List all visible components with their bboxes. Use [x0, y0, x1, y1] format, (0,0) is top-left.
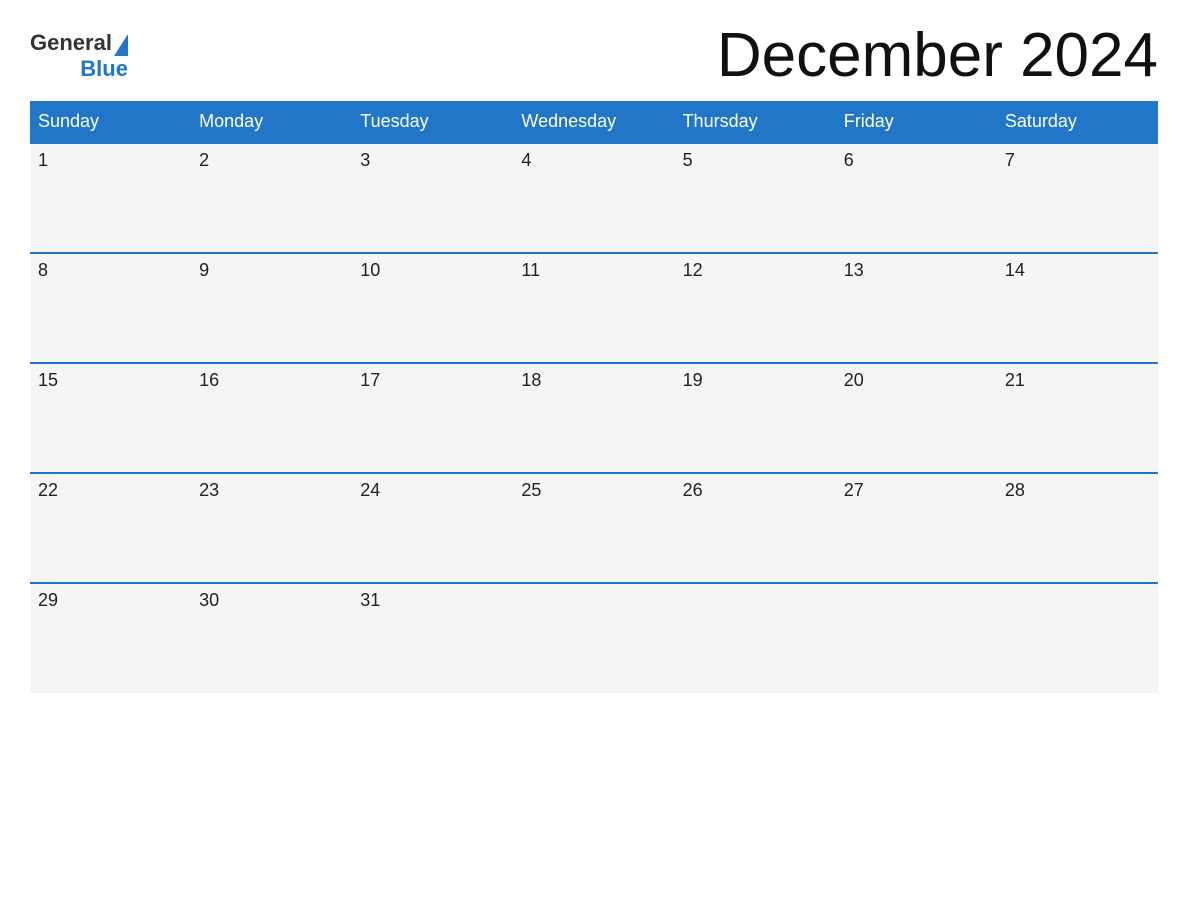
calendar-cell: 4 [513, 143, 674, 253]
month-title: December 2024 [717, 20, 1158, 91]
weekday-monday: Monday [191, 101, 352, 143]
weekday-thursday: Thursday [675, 101, 836, 143]
calendar-cell: 22 [30, 473, 191, 583]
calendar-cell: 17 [352, 363, 513, 473]
day-number: 10 [360, 260, 505, 281]
day-number: 6 [844, 150, 989, 171]
day-number: 20 [844, 370, 989, 391]
calendar-cell: 13 [836, 253, 997, 363]
day-number: 30 [199, 590, 344, 611]
day-number: 19 [683, 370, 828, 391]
day-number: 5 [683, 150, 828, 171]
day-number: 21 [1005, 370, 1150, 391]
weekday-header-row: SundayMondayTuesdayWednesdayThursdayFrid… [30, 101, 1158, 143]
calendar-cell: 2 [191, 143, 352, 253]
calendar-cell: 8 [30, 253, 191, 363]
calendar-cell: 15 [30, 363, 191, 473]
day-number: 4 [521, 150, 666, 171]
calendar-week-row: 89 10 11 12 13 14 [30, 253, 1158, 363]
calendar-week-row: 29 30 31 [30, 583, 1158, 693]
day-number: 23 [199, 480, 344, 501]
day-number: 22 [38, 480, 183, 501]
day-number: 17 [360, 370, 505, 391]
day-number: 13 [844, 260, 989, 281]
day-number: 7 [1005, 150, 1150, 171]
calendar-cell [513, 583, 674, 693]
logo: General Blue [30, 30, 128, 82]
calendar-cell: 5 [675, 143, 836, 253]
calendar-cell: 12 [675, 253, 836, 363]
logo-general-text: General [30, 30, 112, 56]
day-number: 15 [38, 370, 183, 391]
day-number: 18 [521, 370, 666, 391]
calendar-cell [997, 583, 1158, 693]
day-number: 27 [844, 480, 989, 501]
calendar-cell: 14 [997, 253, 1158, 363]
logo-blue-text: Blue [80, 56, 128, 82]
calendar-cell: 10 [352, 253, 513, 363]
calendar-cell [675, 583, 836, 693]
calendar-cell: 24 [352, 473, 513, 583]
calendar-table: SundayMondayTuesdayWednesdayThursdayFrid… [30, 101, 1158, 693]
day-number: 31 [360, 590, 505, 611]
calendar-cell: 21 [997, 363, 1158, 473]
calendar-cell: 11 [513, 253, 674, 363]
calendar-cell: 23 [191, 473, 352, 583]
calendar-week-row: 1234567 [30, 143, 1158, 253]
calendar-cell: 27 [836, 473, 997, 583]
calendar-cell: 16 [191, 363, 352, 473]
calendar-week-row: 22 23 24 25 26 27 28 [30, 473, 1158, 583]
page-header: General Blue December 2024 [30, 20, 1158, 91]
day-number: 9 [199, 260, 344, 281]
calendar-header: SundayMondayTuesdayWednesdayThursdayFrid… [30, 101, 1158, 143]
day-number: 12 [683, 260, 828, 281]
day-number: 3 [360, 150, 505, 171]
calendar-week-row: 15 16 17 18 19 20 21 [30, 363, 1158, 473]
calendar-cell: 25 [513, 473, 674, 583]
calendar-cell: 9 [191, 253, 352, 363]
day-number: 25 [521, 480, 666, 501]
day-number: 24 [360, 480, 505, 501]
calendar-cell: 26 [675, 473, 836, 583]
calendar-cell: 7 [997, 143, 1158, 253]
day-number: 29 [38, 590, 183, 611]
calendar-cell: 19 [675, 363, 836, 473]
calendar-body: 1234567891011121314151617181920212223242… [30, 143, 1158, 693]
weekday-wednesday: Wednesday [513, 101, 674, 143]
day-number: 8 [38, 260, 183, 281]
calendar-cell: 3 [352, 143, 513, 253]
weekday-tuesday: Tuesday [352, 101, 513, 143]
logo-triangle-icon [114, 34, 128, 56]
day-number: 11 [521, 260, 666, 281]
day-number: 14 [1005, 260, 1150, 281]
day-number: 26 [683, 480, 828, 501]
day-number: 28 [1005, 480, 1150, 501]
calendar-cell: 28 [997, 473, 1158, 583]
day-number: 1 [38, 150, 183, 171]
calendar-cell: 6 [836, 143, 997, 253]
calendar-cell: 1 [30, 143, 191, 253]
calendar-cell [836, 583, 997, 693]
calendar-cell: 18 [513, 363, 674, 473]
weekday-friday: Friday [836, 101, 997, 143]
calendar-cell: 20 [836, 363, 997, 473]
weekday-saturday: Saturday [997, 101, 1158, 143]
calendar-cell: 29 [30, 583, 191, 693]
day-number: 2 [199, 150, 344, 171]
day-number: 16 [199, 370, 344, 391]
weekday-sunday: Sunday [30, 101, 191, 143]
calendar-cell: 30 [191, 583, 352, 693]
calendar-cell: 31 [352, 583, 513, 693]
